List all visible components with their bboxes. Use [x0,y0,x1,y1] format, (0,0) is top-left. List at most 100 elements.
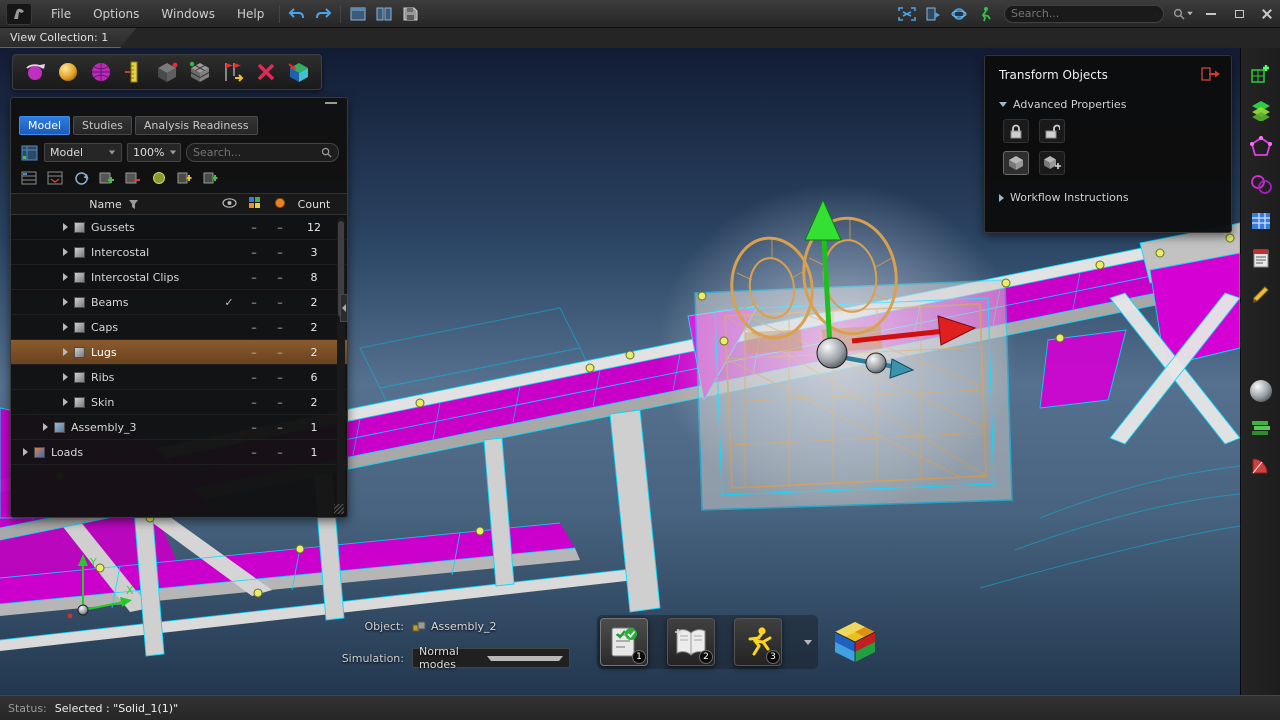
table-row-intercostal-clips[interactable]: Intercostal Clips ––8 [11,265,347,290]
expand-icon[interactable] [63,248,68,256]
tab-model[interactable]: Model [19,116,70,135]
expand-icon[interactable] [63,298,68,306]
steps-more-button[interactable] [801,618,815,666]
polygon-geometry-icon[interactable] [1246,132,1276,162]
global-search-input[interactable] [1011,7,1156,20]
tab-analysis-readiness[interactable]: Analysis Readiness [135,116,258,135]
view-collection-tab[interactable]: View Collection: 1 [0,28,136,48]
remove-group-icon[interactable] [123,169,143,187]
material-cell[interactable]: – [267,271,293,284]
add-group-icon[interactable] [97,169,117,187]
mesh-cell[interactable]: – [241,421,267,434]
undo-icon[interactable] [284,3,310,25]
material-cell[interactable]: – [267,321,293,334]
tree-display-icon[interactable] [19,144,39,162]
panel-resize-grip[interactable] [334,504,344,514]
table-row-intercostal[interactable]: Intercostal ––3 [11,240,347,265]
table-row-ribs[interactable]: Ribs ––6 [11,365,347,390]
visibility-cell[interactable]: ✓ [217,296,241,309]
panel-minimize-icon[interactable] [325,102,337,104]
mesh-cell[interactable]: – [241,321,267,334]
material-cell[interactable]: – [267,371,293,384]
redo-icon[interactable] [310,3,336,25]
section-cube-icon[interactable] [284,58,314,86]
mesh-cell[interactable]: – [241,346,267,359]
expand-icon[interactable] [63,273,68,281]
panel-collapse-handle[interactable] [340,294,348,322]
unlock-button[interactable] [1039,119,1065,143]
mesh-cell[interactable]: – [241,371,267,384]
laminate-layers-icon[interactable] [1246,413,1276,443]
expand-icon[interactable] [63,348,68,356]
count-column-header[interactable]: Count [293,198,335,211]
orbit-view-icon[interactable] [946,3,972,25]
zoom-dropdown[interactable]: 100% [127,143,181,162]
flags-icon[interactable] [218,58,248,86]
panel-titlebar[interactable] [11,98,347,116]
table-row-loads[interactable]: Loads ––1 [11,440,347,465]
section-workflow-instructions[interactable]: Workflow Instructions [999,191,1219,204]
measure-icon[interactable] [119,58,149,86]
filter-icon[interactable] [128,199,139,210]
move-object-button[interactable] [1003,151,1029,175]
export-view-icon[interactable] [920,3,946,25]
refresh-tree-icon[interactable] [71,169,91,187]
search-icon[interactable] [321,147,332,158]
minimize-button[interactable] [1198,3,1224,25]
sphere-tool-icon[interactable] [1246,376,1276,406]
mesh-cube-icon[interactable] [185,58,215,86]
mesh-cell[interactable]: – [241,221,267,234]
edit-pencil-icon[interactable] [1246,280,1276,310]
material-cell[interactable]: – [267,446,293,459]
simulation-dropdown[interactable]: Normal modes [412,648,570,668]
delete-cross-icon[interactable] [251,58,281,86]
tree-scrollbar[interactable] [337,217,345,515]
mesh-cell[interactable]: – [241,271,267,284]
mesh-cell[interactable]: – [241,396,267,409]
expand-icon[interactable] [63,323,68,331]
table-row-skin[interactable]: Skin ––2 [11,390,347,415]
table-row-lugs-selected[interactable]: Lugs ––2 [11,340,347,365]
mesh-create-icon[interactable] [1246,58,1276,88]
menu-options[interactable]: Options [82,0,150,28]
section-fan-icon[interactable] [1246,450,1276,480]
search-icon[interactable] [1156,8,1157,20]
rotate-display-icon[interactable] [20,58,50,86]
menu-file[interactable]: File [40,0,82,28]
save-icon[interactable] [397,3,423,25]
report-clipboard-icon[interactable] [1246,243,1276,273]
tree-filter-dropdown[interactable]: Model [44,143,122,162]
table-row-gussets[interactable]: Gussets ––12 [11,215,347,240]
search-options-icon[interactable] [1170,3,1196,25]
material-column-icon[interactable] [274,197,286,209]
app-logo[interactable] [6,3,32,25]
expand-icon[interactable] [43,423,48,431]
section-advanced-properties[interactable]: Advanced Properties [999,98,1219,111]
solve-button[interactable]: 3 [734,618,782,666]
expand-icon[interactable] [63,223,68,231]
expand-icon[interactable] [63,398,68,406]
solution-setup-button[interactable]: 2 [667,618,715,666]
node-circles-icon[interactable] [1246,169,1276,199]
mesh-column-icon[interactable] [248,196,261,209]
new-window-icon[interactable] [345,3,371,25]
fit-view-icon[interactable] [894,3,920,25]
mesh-cell[interactable]: – [241,446,267,459]
results-display-button[interactable] [830,618,880,666]
mesh-sphere-icon[interactable] [86,58,116,86]
menu-help[interactable]: Help [226,0,275,28]
walkthrough-icon[interactable] [972,3,998,25]
filter-add-icon[interactable] [201,169,221,187]
table-row-beams[interactable]: Beams ✓––2 [11,290,347,315]
mesh-cell[interactable]: – [241,246,267,259]
expand-icon[interactable] [63,373,68,381]
shaded-sphere-icon[interactable] [53,58,83,86]
tile-windows-icon[interactable] [371,3,397,25]
material-cell[interactable]: – [267,221,293,234]
material-cell[interactable]: – [267,246,293,259]
sort-add-icon[interactable] [175,169,195,187]
solid-cube-icon[interactable] [152,58,182,86]
table-row-caps[interactable]: Caps ––2 [11,315,347,340]
visibility-column-icon[interactable] [222,198,237,208]
material-cell[interactable]: – [267,421,293,434]
